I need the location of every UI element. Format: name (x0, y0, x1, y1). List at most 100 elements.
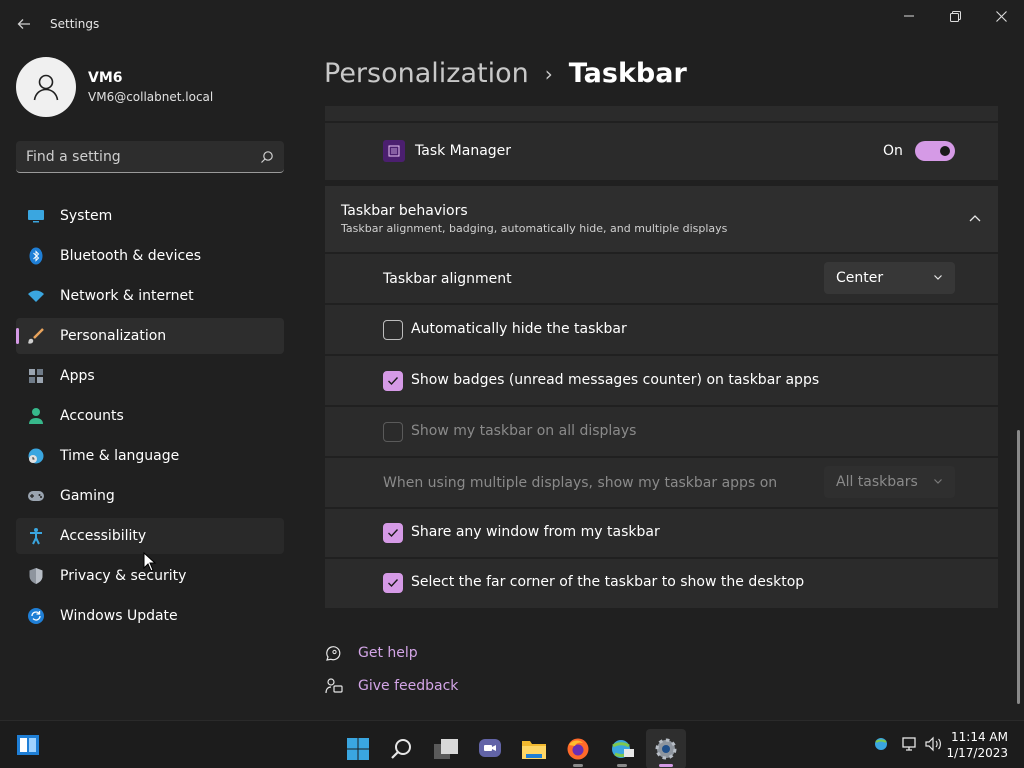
sidebar-item-label: Gaming (60, 488, 115, 504)
bluetooth-icon (26, 246, 46, 266)
sidebar-item-time-language[interactable]: Time & language (16, 438, 284, 474)
taskbar-behaviors-header[interactable]: Taskbar behaviors Taskbar alignment, bad… (325, 186, 998, 252)
teams-chat-button[interactable] (470, 729, 510, 768)
share-window-checkbox[interactable] (383, 523, 403, 543)
user-profile[interactable]: VM6 VM6@collabnet.local (16, 56, 213, 118)
sidebar-item-system[interactable]: System (16, 198, 284, 234)
brush-icon (26, 326, 46, 346)
sidebar-item-label: Apps (60, 368, 95, 384)
previous-card (325, 106, 998, 121)
section-subtitle: Taskbar alignment, badging, automaticall… (341, 222, 728, 235)
auto-hide-checkbox[interactable] (383, 320, 403, 340)
widgets-icon (17, 735, 39, 755)
restore-button[interactable] (932, 4, 978, 28)
running-indicator (573, 764, 583, 767)
sidebar-item-accessibility[interactable]: Accessibility (16, 518, 284, 554)
avatar (16, 57, 76, 117)
task-manager-state: On (883, 143, 903, 159)
multi-display-label: When using multiple displays, show my ta… (383, 475, 778, 491)
close-icon (995, 10, 1007, 22)
all-displays-label: Show my taskbar on all displays (411, 423, 637, 439)
multi-display-dropdown[interactable]: All taskbars (824, 466, 955, 498)
minimize-button[interactable] (886, 4, 932, 28)
chat-icon (479, 739, 501, 757)
badges-label: Show badges (unread messages counter) on… (411, 372, 820, 388)
badges-row: Show badges (unread messages counter) on… (325, 356, 998, 405)
section-title: Taskbar behaviors (341, 203, 468, 219)
sidebar-item-label: Windows Update (60, 608, 178, 624)
windows-logo-icon (347, 738, 369, 760)
task-manager-label: Task Manager (415, 143, 512, 159)
task-view-icon (434, 739, 458, 759)
page-title: Taskbar (568, 58, 687, 89)
search-taskbar-button[interactable] (382, 729, 422, 768)
scrollbar[interactable] (1017, 430, 1020, 704)
ethernet-icon (902, 737, 916, 751)
minimize-icon (904, 15, 914, 17)
sidebar-item-gaming[interactable]: Gaming (16, 478, 284, 514)
sidebar-item-label: Bluetooth & devices (60, 248, 202, 264)
breadcrumb-parent[interactable]: Personalization (324, 58, 529, 89)
wifi-icon (26, 286, 46, 306)
profile-name: VM6 (88, 70, 123, 86)
share-window-row: Share any window from my taskbar (325, 509, 998, 557)
tray-network[interactable] (899, 733, 921, 755)
search-input[interactable] (26, 148, 260, 165)
share-window-label: Share any window from my taskbar (411, 524, 660, 540)
give-feedback-link[interactable]: Give feedback (324, 676, 458, 696)
account-icon (26, 406, 46, 426)
back-button[interactable] (12, 12, 36, 36)
far-corner-checkbox[interactable] (383, 573, 403, 593)
auto-hide-label: Automatically hide the taskbar (411, 321, 627, 337)
chevron-up-icon[interactable] (969, 214, 981, 222)
task-manager-row: Task Manager On (325, 123, 998, 180)
sidebar-item-accounts[interactable]: Accounts (16, 398, 284, 434)
firefox-button[interactable] (558, 729, 598, 768)
sidebar-item-label: Personalization (60, 328, 167, 344)
sidebar-item-label: Accounts (60, 408, 124, 424)
task-view-button[interactable] (426, 729, 466, 768)
tray-volume[interactable] (923, 733, 945, 755)
sidebar-item-network[interactable]: Network & internet (16, 278, 284, 314)
sidebar-item-bluetooth[interactable]: Bluetooth & devices (16, 238, 284, 274)
file-explorer-button[interactable] (514, 729, 554, 768)
accessibility-icon (26, 526, 46, 546)
help-icon (324, 643, 344, 663)
checkmark-icon (388, 529, 399, 538)
close-button[interactable] (978, 4, 1024, 28)
sidebar-item-label: Network & internet (60, 288, 194, 304)
search-box[interactable] (16, 141, 284, 173)
globe-app-icon (612, 740, 634, 758)
sidebar-item-label: System (60, 208, 113, 224)
apps-grid-icon (26, 366, 46, 386)
app-title: Settings (50, 17, 100, 31)
running-indicator (617, 764, 627, 767)
sidebar-item-personalization[interactable]: Personalization (16, 318, 284, 354)
person-icon (33, 74, 59, 101)
shield-icon (26, 566, 46, 586)
task-manager-toggle[interactable] (915, 141, 955, 161)
settings-taskbar-button[interactable] (646, 729, 686, 768)
task-manager-icon (383, 140, 405, 162)
gamepad-icon (26, 486, 46, 506)
widgets-button[interactable] (8, 725, 48, 765)
tray-network-app[interactable] (871, 733, 893, 755)
sidebar-item-label: Time & language (60, 448, 180, 464)
profile-email: VM6@collabnet.local (88, 90, 214, 104)
search-icon (261, 150, 273, 163)
clock-time: 11:14 AM (951, 730, 1008, 744)
all-displays-checkbox[interactable] (383, 422, 403, 442)
checkmark-icon (388, 377, 399, 386)
clock[interactable]: 11:14 AM 1/17/2023 (946, 729, 1008, 761)
back-arrow-icon (17, 19, 30, 29)
taskbar-alignment-dropdown[interactable]: Center (824, 262, 955, 294)
network-app-button[interactable] (602, 729, 642, 768)
sidebar-nav: System Bluetooth & devices Network & int… (16, 198, 284, 638)
taskbar-alignment-row: Taskbar alignment Center (325, 254, 998, 303)
badges-checkbox[interactable] (383, 371, 403, 391)
sidebar-item-windows-update[interactable]: Windows Update (16, 598, 284, 634)
start-button[interactable] (338, 729, 378, 768)
get-help-link[interactable]: Get help (324, 643, 418, 663)
sidebar-item-apps[interactable]: Apps (16, 358, 284, 394)
clock-date: 1/17/2023 (946, 746, 1008, 760)
